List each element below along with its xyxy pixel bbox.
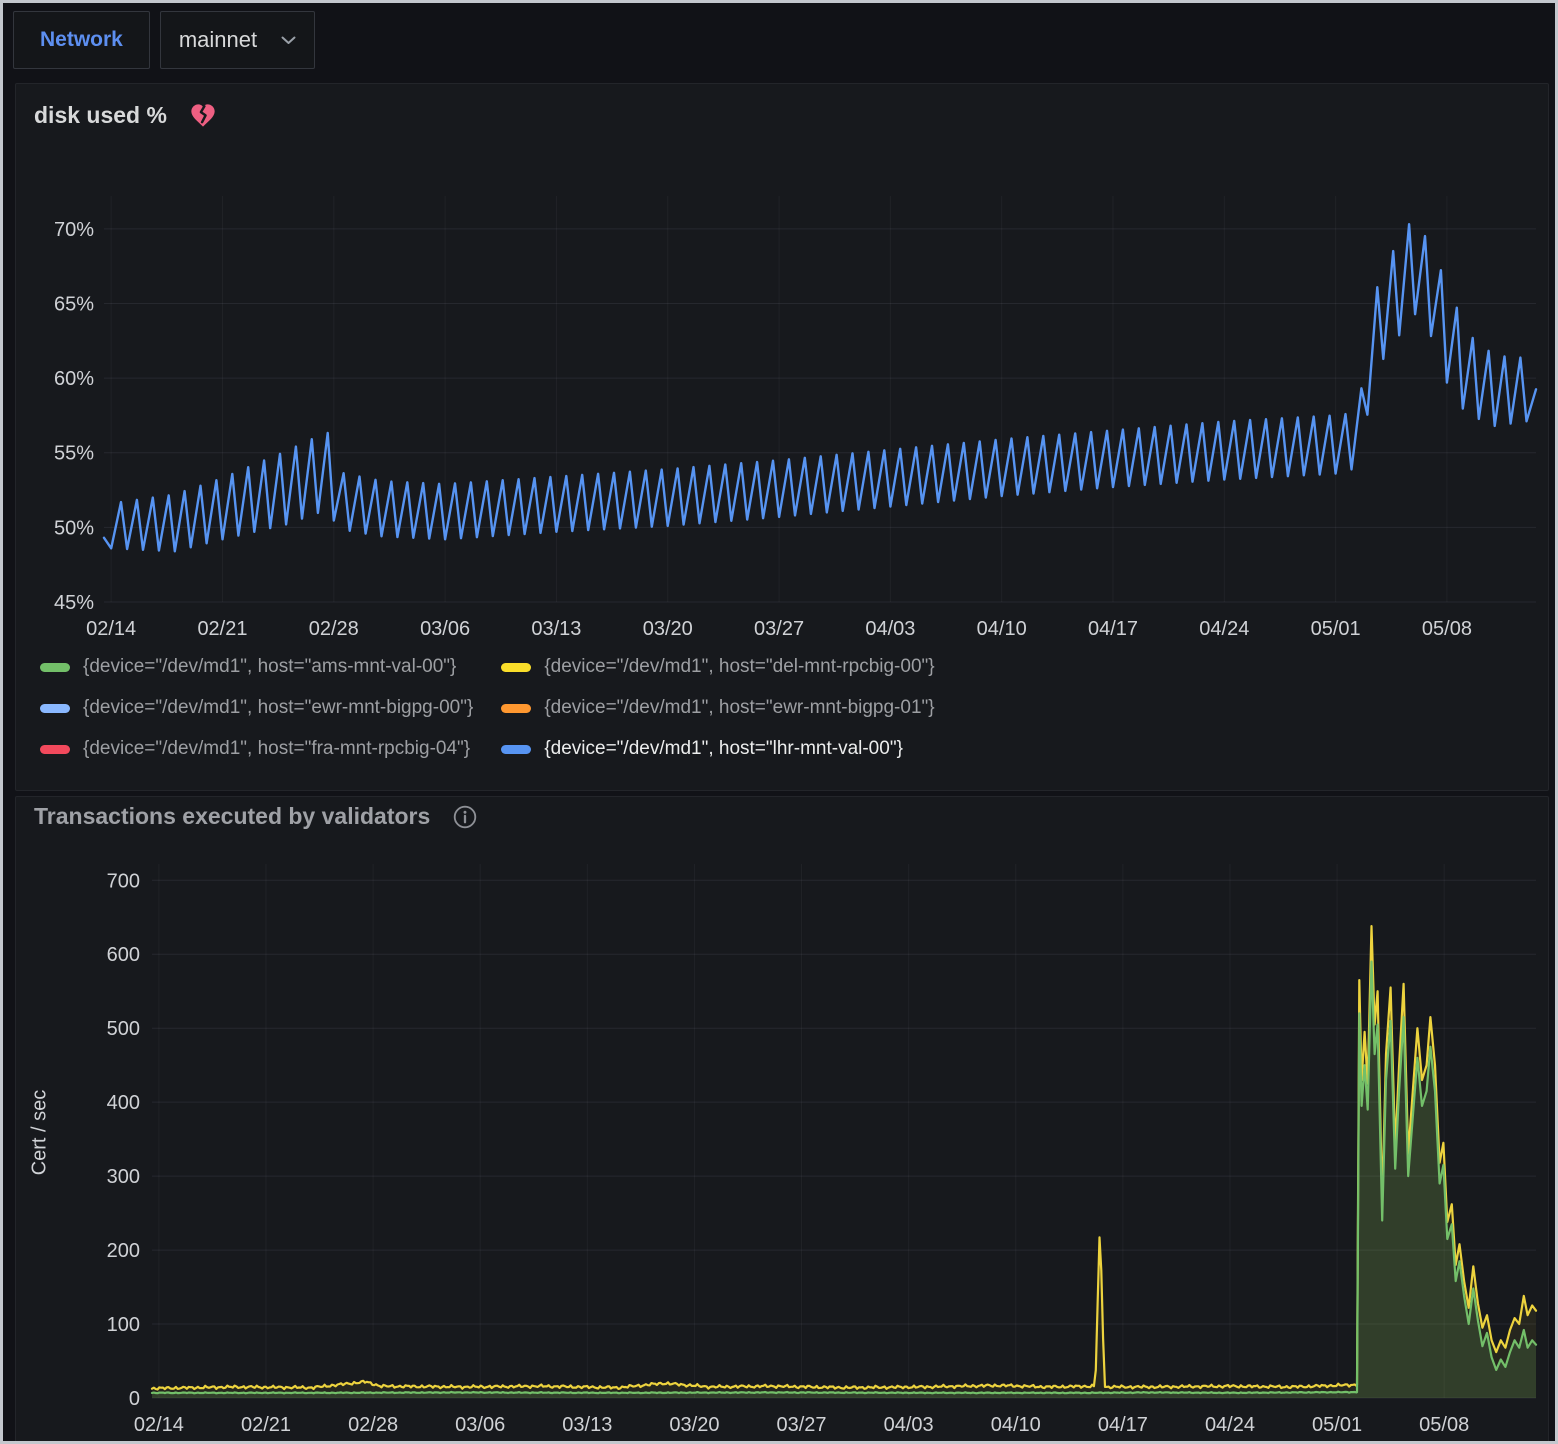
legend-item[interactable]: {device="/dev/md1", host="del-mnt-rpcbig… — [501, 656, 934, 678]
plot-area[interactable] — [104, 196, 1536, 602]
network-variable-value: mainnet — [179, 27, 257, 53]
x-axis-tick-label: 04/10 — [977, 618, 1027, 640]
x-axis-tick-label: 02/14 — [134, 1414, 184, 1436]
x-axis-tick-label: 03/27 — [754, 618, 804, 640]
legend-label: {device="/dev/md1", host="ewr-mnt-bigpg-… — [544, 697, 934, 719]
legend-item[interactable]: {device="/dev/md1", host="ewr-mnt-bigpg-… — [501, 697, 934, 719]
x-axis-tick-label: 03/20 — [669, 1414, 719, 1436]
y-axis-label: Cert / sec — [29, 993, 52, 1273]
y-axis-tick-label: 300 — [107, 1166, 140, 1188]
x-axis-tick-label: 04/24 — [1199, 618, 1249, 640]
x-axis-tick-label: 03/27 — [777, 1414, 827, 1436]
x-axis-tick-label: 05/08 — [1419, 1414, 1469, 1436]
y-axis-tick-label: 55% — [54, 443, 94, 465]
x-axis-tick-label: 03/06 — [420, 618, 470, 640]
x-axis-tick-label: 04/03 — [884, 1414, 934, 1436]
plot-area[interactable] — [152, 864, 1536, 1398]
x-axis-tick-label: 04/17 — [1098, 1414, 1148, 1436]
x-axis-tick-label: 02/28 — [348, 1414, 398, 1436]
y-axis-tick-label: 700 — [107, 870, 140, 892]
legend-swatch — [40, 745, 70, 754]
network-variable-dropdown[interactable]: mainnet — [160, 11, 315, 69]
legend-swatch — [40, 663, 70, 672]
x-axis-tick-label: 02/21 — [241, 1414, 291, 1436]
network-variable-label-box: Network — [13, 11, 150, 69]
legend-swatch — [40, 704, 70, 713]
legend-swatch — [501, 704, 531, 713]
x-axis-tick-label: 04/10 — [991, 1414, 1041, 1436]
chart-legend: {device="/dev/md1", host="ams-mnt-val-00… — [40, 656, 935, 760]
panel-disk-used: disk used % 02/14 02/21 02/28 03/06 03/13 03/… — [15, 83, 1549, 791]
x-axis-tick-label: 03/13 — [531, 618, 581, 640]
y-axis-tick-label: 45% — [54, 592, 94, 614]
legend-item[interactable]: {device="/dev/md1", host="lhr-mnt-val-00… — [501, 738, 934, 760]
legend-swatch — [501, 663, 531, 672]
x-axis-tick-label: 04/03 — [865, 618, 915, 640]
x-axis-tick-label: 02/28 — [309, 618, 359, 640]
y-axis-tick-label: 65% — [54, 293, 94, 315]
transactions-chart[interactable]: 02/14 02/21 02/28 03/06 03/13 03/20 03/27 04/03… — [16, 797, 1550, 1443]
y-axis-tick-label: 50% — [54, 517, 94, 539]
dashboard-variable-toolbar: Network mainnet — [13, 11, 315, 69]
x-axis-tick-label: 04/17 — [1088, 618, 1138, 640]
legend-label: {device="/dev/md1", host="fra-mnt-rpcbig… — [83, 738, 470, 760]
x-axis-tick-label: 03/06 — [455, 1414, 505, 1436]
panel-transactions: Transactions executed by validators Cert… — [15, 796, 1549, 1444]
panel-title-disk-used[interactable]: disk used % — [34, 102, 167, 129]
y-axis-tick-label: 70% — [54, 219, 94, 241]
legend-swatch — [501, 745, 531, 754]
y-axis-tick-label: 500 — [107, 1018, 140, 1040]
x-axis-tick-label: 03/20 — [643, 618, 693, 640]
y-axis-tick-label: 400 — [107, 1092, 140, 1114]
broken-heart-icon — [189, 102, 217, 129]
legend-label: {device="/dev/md1", host="ewr-mnt-bigpg-… — [83, 697, 473, 719]
x-axis-tick-label: 05/01 — [1312, 1414, 1362, 1436]
legend-item[interactable]: {device="/dev/md1", host="ewr-mnt-bigpg-… — [40, 697, 473, 719]
y-axis-tick-label: 100 — [107, 1314, 140, 1336]
grafana-dashboard: Network mainnet disk used % 02/1402/2102… — [0, 0, 1558, 1444]
x-axis-tick-label: 05/08 — [1422, 618, 1472, 640]
network-variable-label: Network — [14, 28, 149, 52]
legend-label: {device="/dev/md1", host="ams-mnt-val-00… — [83, 656, 456, 678]
x-axis-tick-label: 03/13 — [562, 1414, 612, 1436]
x-axis-tick-label: 05/01 — [1311, 618, 1361, 640]
x-axis-tick-label: 02/21 — [197, 618, 247, 640]
legend-label: {device="/dev/md1", host="lhr-mnt-val-00… — [544, 738, 903, 760]
y-axis-tick-label: 200 — [107, 1240, 140, 1262]
y-axis-tick-label: 0 — [129, 1388, 140, 1410]
x-axis-tick-label: 04/24 — [1205, 1414, 1255, 1436]
legend-label: {device="/dev/md1", host="del-mnt-rpcbig… — [544, 656, 934, 678]
legend-item[interactable]: {device="/dev/md1", host="ams-mnt-val-00… — [40, 656, 473, 678]
chevron-down-icon — [281, 36, 296, 45]
panel-title-transactions[interactable]: Transactions executed by validators — [34, 803, 430, 830]
info-circle-icon[interactable] — [452, 804, 478, 830]
x-axis-tick-label: 02/14 — [86, 618, 136, 640]
legend-item[interactable]: {device="/dev/md1", host="fra-mnt-rpcbig… — [40, 738, 473, 760]
y-axis-tick-label: 60% — [54, 368, 94, 390]
y-axis-tick-label: 600 — [107, 944, 140, 966]
